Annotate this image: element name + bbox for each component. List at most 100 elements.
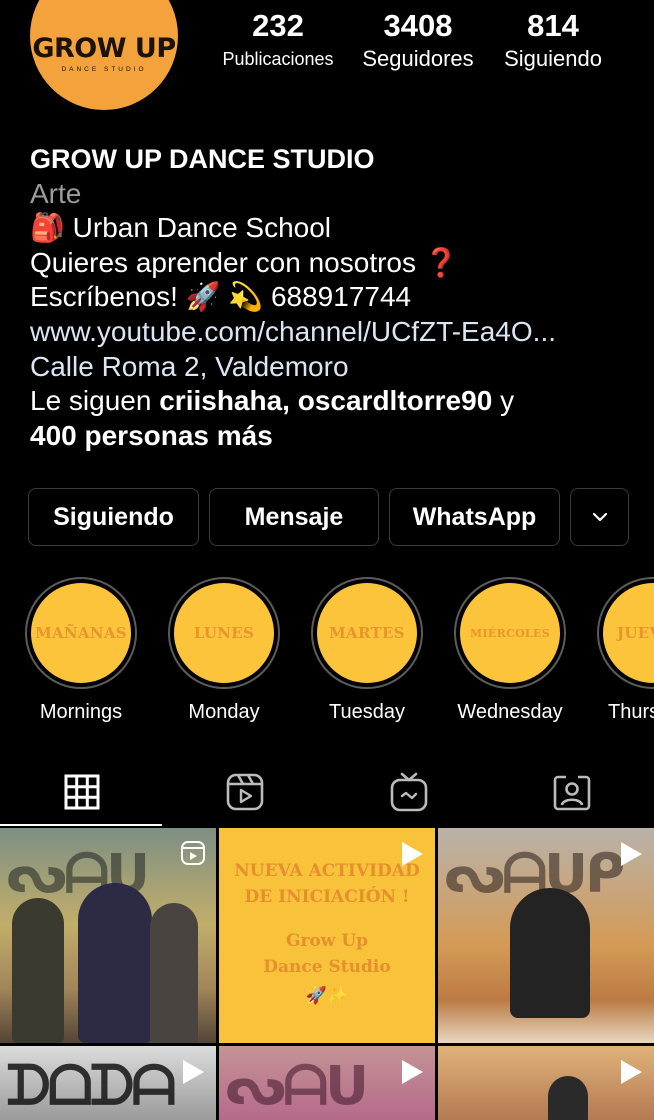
video-play-icon: [621, 842, 642, 866]
question-mark-icon: ❓: [423, 246, 459, 278]
video-play-icon: [402, 842, 423, 866]
bio-line-2-text: Quieres aprender con nosotros: [30, 246, 416, 278]
followed-by[interactable]: Le siguen criishaha, oscardltorre90 y: [30, 384, 640, 419]
stat-following[interactable]: 814 Siguiendo: [488, 8, 618, 74]
profile-avatar[interactable]: GROW UP DANCE STUDIO: [30, 0, 178, 110]
following-button[interactable]: Siguiendo: [28, 488, 199, 546]
poster-line-2: DE INICIACIÓN !: [244, 887, 410, 907]
profile-link[interactable]: www.youtube.com/channel/UCfZT-Ea4O...: [30, 315, 640, 350]
avatar-logo-subtext: DANCE STUDIO: [61, 66, 147, 73]
profile-category: Arte: [30, 177, 82, 209]
followed-by-more: 400 personas más: [30, 419, 273, 451]
post-thumbnail[interactable]: [438, 1046, 654, 1120]
dancer-figure: [78, 883, 152, 1043]
highlight-label: Monday: [188, 701, 260, 723]
highlight-cover-text: MIÉRCOLES: [470, 626, 550, 640]
bio-phone[interactable]: 688917744: [271, 281, 411, 312]
stat-posts[interactable]: 232 Publicaciones: [208, 8, 348, 74]
poster-emoji: 🚀✨: [305, 986, 349, 1006]
bio-line-3-text: Escríbenos!: [30, 281, 178, 313]
dizzy-star-icon: 💫: [228, 281, 264, 313]
video-play-icon: [183, 1060, 204, 1084]
dancer-figure: [548, 1076, 588, 1120]
tab-posts-grid[interactable]: [0, 758, 164, 826]
post-thumbnail[interactable]: ᗪᗝᗪᗩ: [0, 1046, 216, 1120]
profile-actions: Siguiendo Mensaje WhatsApp: [28, 488, 629, 546]
followed-by-user-2: oscardltorre90: [297, 385, 493, 417]
highlight-cover: LUNES: [174, 583, 274, 683]
bio-line-1-text: Urban Dance School: [72, 212, 332, 244]
profile-address[interactable]: Calle Roma 2, Valdemoro: [30, 350, 640, 385]
profile-tabs: [0, 758, 654, 826]
highlight-cover: MAÑANAS: [31, 583, 131, 683]
highlight-ring: LUNES: [168, 577, 280, 689]
stat-posts-label: Publicaciones: [222, 49, 334, 69]
dancer-figure: [150, 903, 198, 1043]
stat-followers-count: 3408: [383, 8, 453, 43]
followed-by-and: y: [500, 385, 515, 417]
backpack-icon: 🎒: [30, 212, 65, 244]
profile-bio: GROW UP DANCE STUDIO Arte 🎒 Urban Dance …: [30, 142, 640, 453]
dancer-figure: [510, 888, 590, 1018]
highlight-cover-text: JUEVES: [617, 624, 654, 642]
highlight-item[interactable]: MIÉRCOLES Wednesday: [451, 577, 569, 724]
whatsapp-button[interactable]: WhatsApp: [389, 488, 560, 546]
post-poster-text: NUEVA ACTIVIDAD DE INICIACIÓN ! Grow Up …: [219, 858, 435, 1006]
chevron-down-icon: [592, 512, 607, 522]
highlight-item[interactable]: MARTES Tuesday: [308, 577, 426, 724]
active-tab-indicator: [0, 824, 162, 826]
poster-line-3: Grow Up: [285, 931, 369, 951]
poster-line-4: Dance Studio: [263, 957, 391, 977]
stat-followers-label: Seguidores: [362, 46, 474, 71]
profile-stats: 232 Publicaciones 3408 Seguidores 814 Si…: [208, 8, 638, 74]
highlight-label: Mornings: [39, 701, 123, 723]
tab-tagged[interactable]: [491, 758, 654, 826]
highlight-item[interactable]: JUEVES Thursday: [594, 577, 654, 724]
highlight-cover-text: MARTES: [329, 624, 405, 642]
graffiti-background: ᗪᗝᗪᗩ: [6, 1054, 176, 1117]
highlight-cover-text: LUNES: [193, 624, 255, 642]
tab-igtv[interactable]: [327, 758, 491, 826]
highlight-label: Tuesday: [329, 701, 405, 723]
bio-line-3: Escríbenos! 🚀 💫 688917744: [30, 280, 640, 315]
highlight-label: Wednesday: [457, 701, 563, 723]
stat-following-count: 814: [527, 8, 579, 43]
avatar-logo-text: GROW UP: [32, 33, 176, 64]
post-thumbnail[interactable]: ᔓᗩᑌ: [0, 828, 216, 1043]
highlight-ring: JUEVES: [597, 577, 654, 689]
reels-icon: [226, 773, 264, 811]
profile-name: GROW UP DANCE STUDIO: [30, 144, 375, 174]
followed-by-user-1: criishaha: [159, 385, 283, 417]
highlight-cover: MARTES: [317, 583, 417, 683]
stat-posts-count: 232: [252, 8, 304, 43]
tagged-person-icon: [553, 775, 591, 811]
stat-following-label: Siguiendo: [504, 46, 602, 71]
reel-badge-icon: [181, 841, 205, 865]
highlight-cover: JUEVES: [603, 583, 654, 683]
followed-by-more-line[interactable]: 400 personas más: [30, 419, 640, 454]
post-thumbnail[interactable]: ᔓᗩᑌᑭ: [438, 828, 654, 1043]
highlight-cover: MIÉRCOLES: [460, 583, 560, 683]
post-thumbnail[interactable]: ᔓᗩᑌ: [219, 1046, 435, 1120]
message-button[interactable]: Mensaje: [209, 488, 379, 546]
story-highlights: MAÑANAS Mornings LUNES Monday MARTES Tue…: [22, 577, 654, 727]
bio-line-1: 🎒 Urban Dance School: [30, 211, 640, 246]
highlight-ring: MARTES: [311, 577, 423, 689]
highlight-item[interactable]: LUNES Monday: [165, 577, 283, 724]
post-thumbnail[interactable]: NUEVA ACTIVIDAD DE INICIACIÓN ! Grow Up …: [219, 828, 435, 1043]
igtv-icon: [390, 772, 428, 812]
video-play-icon: [402, 1060, 423, 1084]
stat-followers[interactable]: 3408 Seguidores: [348, 8, 488, 74]
grid-icon: [64, 774, 100, 810]
graffiti-background: ᔓᗩᑌ: [225, 1054, 369, 1117]
bio-line-2: Quieres aprender con nosotros ❓: [30, 246, 640, 281]
suggested-accounts-button[interactable]: [570, 488, 629, 546]
tab-reels[interactable]: [164, 758, 328, 826]
highlight-ring: MIÉRCOLES: [454, 577, 566, 689]
highlight-ring: MAÑANAS: [25, 577, 137, 689]
highlight-cover-text: MAÑANAS: [35, 624, 127, 642]
dancer-figure: [12, 898, 64, 1043]
highlight-item[interactable]: MAÑANAS Mornings: [22, 577, 140, 724]
rocket-icon: 🚀: [185, 281, 221, 313]
video-play-icon: [621, 1060, 642, 1084]
